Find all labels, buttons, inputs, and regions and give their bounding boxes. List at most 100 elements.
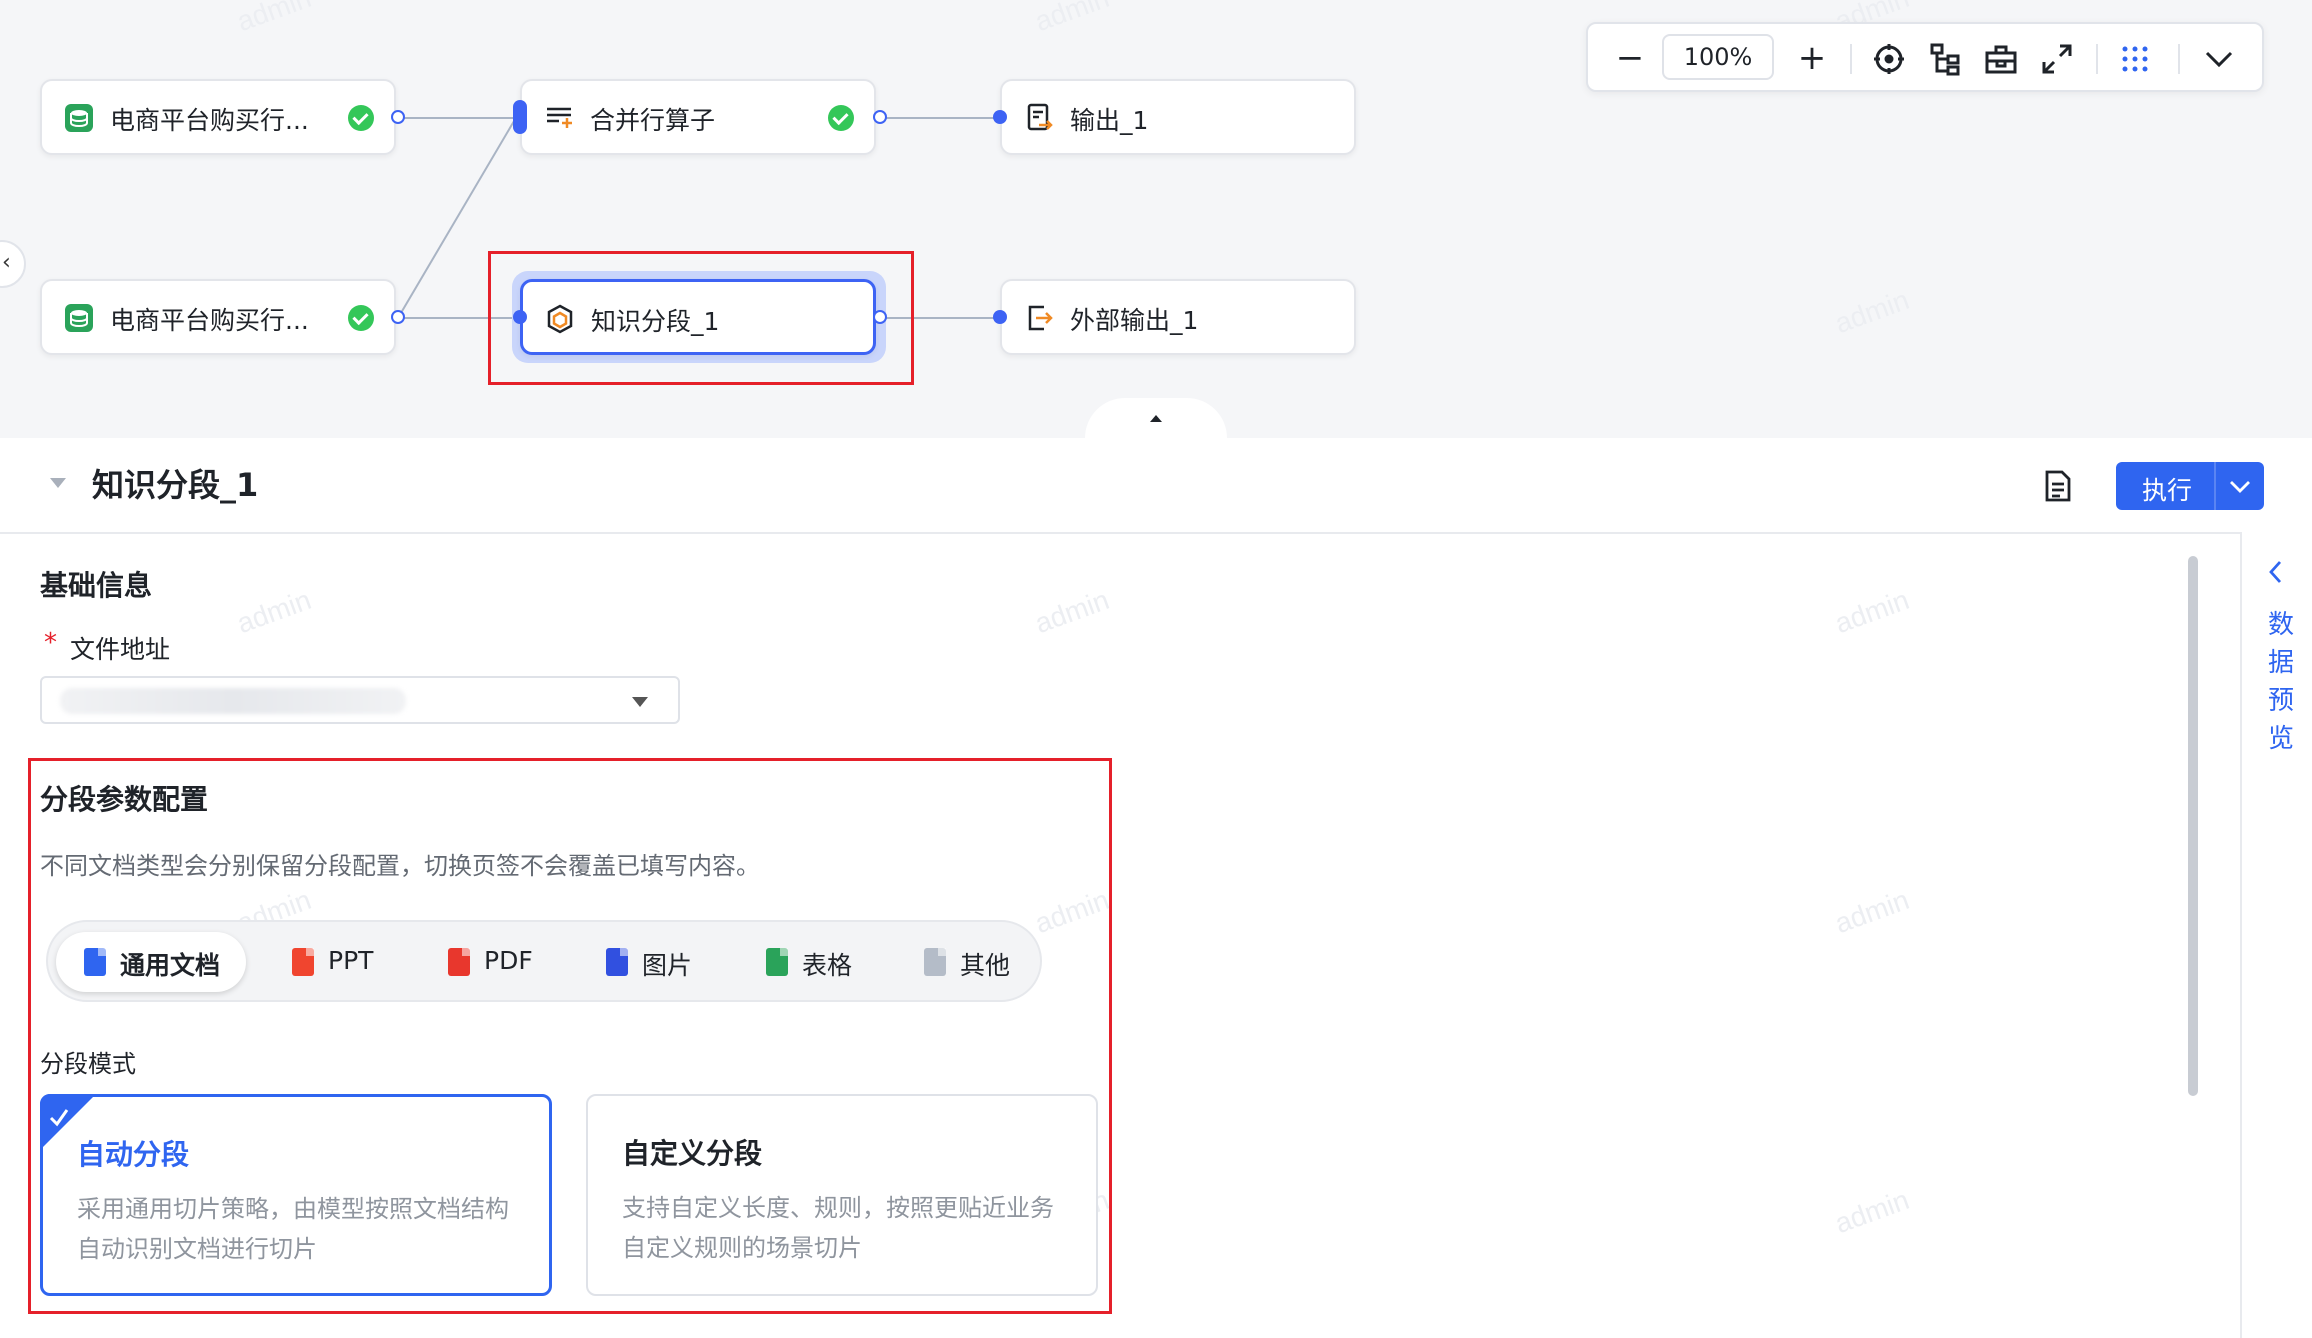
workflow-canvas[interactable]: admin admin admin admin 电商平台购买行... 合并行算子 bbox=[0, 0, 2312, 438]
input-port[interactable] bbox=[993, 110, 1007, 124]
toolbox-icon[interactable] bbox=[1984, 42, 2018, 76]
file-address-select[interactable] bbox=[40, 676, 680, 724]
fullscreen-icon[interactable] bbox=[2040, 42, 2074, 76]
tab-label: PDF bbox=[484, 946, 533, 975]
collapse-caret-icon[interactable] bbox=[48, 476, 68, 490]
data-preview-rail[interactable]: 数 据 预 览 bbox=[2240, 532, 2312, 1338]
tab-ppt[interactable]: PPT bbox=[268, 932, 398, 992]
tab-general-doc[interactable]: 通用文档 bbox=[56, 932, 246, 992]
watermark: admin bbox=[1830, 1183, 1914, 1240]
watermark: admin bbox=[1030, 583, 1114, 640]
node-label: 电商平台购买行... bbox=[110, 306, 309, 335]
image-file-icon bbox=[606, 948, 628, 976]
mode-description: 采用通用切片策略，由模型按照文档结构自动识别文档进行切片 bbox=[77, 1195, 509, 1263]
tab-label: 图片 bbox=[642, 951, 693, 980]
tab-image[interactable]: 图片 bbox=[582, 932, 712, 992]
output-port[interactable] bbox=[873, 110, 887, 124]
section-title-segment: 分段参数配置 bbox=[40, 783, 209, 816]
divider bbox=[2178, 44, 2180, 74]
node-output-1[interactable]: 输出_1 bbox=[1000, 79, 1356, 155]
output-icon bbox=[1027, 103, 1053, 131]
dataset-icon bbox=[65, 104, 93, 132]
ppt-file-icon bbox=[292, 948, 314, 976]
divider bbox=[1850, 44, 1852, 74]
dataset-icon bbox=[65, 304, 93, 332]
edge bbox=[880, 117, 1000, 119]
selected-value-redacted bbox=[60, 688, 406, 714]
highlight-box bbox=[488, 251, 914, 385]
chevron-down-icon[interactable] bbox=[2228, 476, 2252, 496]
mode-card-auto[interactable]: 自动分段 采用通用切片策略，由模型按照文档结构自动识别文档进行切片 bbox=[40, 1094, 552, 1296]
merge-icon bbox=[547, 107, 572, 128]
mode-title: 自动分段 bbox=[77, 1138, 190, 1171]
watermark: admin bbox=[1030, 0, 1114, 38]
success-icon bbox=[348, 305, 374, 331]
node-merge[interactable]: 合并行算子 bbox=[520, 79, 876, 155]
mode-card-custom[interactable]: 自定义分段 支持自定义长度、规则，按照更贴近业务自定义规则的场景切片 bbox=[586, 1094, 1098, 1296]
rail-char: 览 bbox=[2267, 724, 2294, 754]
doc-type-tabs: 通用文档 PPT PDF 图片 表格 其他 bbox=[46, 920, 1042, 1002]
input-port-handle[interactable] bbox=[513, 100, 527, 134]
rail-char: 据 bbox=[2267, 648, 2294, 678]
success-icon bbox=[348, 105, 374, 131]
output-port[interactable] bbox=[391, 310, 405, 324]
node-source-2[interactable]: 电商平台购买行... bbox=[40, 279, 396, 355]
tab-label: PPT bbox=[328, 946, 374, 975]
watermark: admin bbox=[1830, 283, 1914, 340]
watermark: admin bbox=[1830, 883, 1914, 940]
output-port[interactable] bbox=[391, 110, 405, 124]
edge bbox=[398, 117, 520, 119]
left-panel-toggle[interactable]: ‹ bbox=[0, 240, 26, 288]
doc-file-icon bbox=[84, 948, 106, 976]
node-label: 电商平台购买行... bbox=[110, 106, 309, 135]
export-icon bbox=[1028, 305, 1053, 331]
locate-icon[interactable] bbox=[1872, 42, 1906, 76]
tab-label: 表格 bbox=[802, 951, 853, 980]
node-label: 外部输出_1 bbox=[1070, 306, 1199, 335]
tab-pdf[interactable]: PDF bbox=[424, 932, 554, 992]
section-title-basic: 基础信息 bbox=[40, 569, 153, 602]
chevron-left-icon: ‹ bbox=[2, 250, 11, 275]
caret-down-icon bbox=[632, 697, 648, 707]
chevron-down-icon[interactable] bbox=[2202, 42, 2236, 76]
node-label: 输出_1 bbox=[1070, 106, 1149, 135]
divider bbox=[2214, 462, 2216, 510]
panel-header: 知识分段_1 执行 bbox=[0, 438, 2312, 534]
watermark: admin bbox=[232, 0, 316, 38]
spreadsheet-file-icon bbox=[766, 948, 788, 976]
zoom-in-button[interactable]: + bbox=[1792, 38, 1832, 78]
segment-mode-label: 分段模式 bbox=[40, 1050, 136, 1078]
zoom-toolbar: − 100% + bbox=[1586, 22, 2264, 92]
mode-description: 支持自定义长度、规则，按照更贴近业务自定义规则的场景切片 bbox=[622, 1194, 1054, 1262]
watermark: admin bbox=[232, 583, 316, 640]
document-icon[interactable] bbox=[2044, 470, 2072, 502]
input-port[interactable] bbox=[993, 310, 1007, 324]
run-button-label: 执行 bbox=[2142, 476, 2193, 505]
segment-hint: 不同文档类型会分别保留分段配置，切换页签不会覆盖已填写内容。 bbox=[40, 852, 760, 880]
rail-char: 预 bbox=[2267, 686, 2294, 716]
node-source-1[interactable]: 电商平台购买行... bbox=[40, 79, 396, 155]
watermark: admin bbox=[1830, 583, 1914, 640]
panel-scrollbar[interactable] bbox=[2188, 556, 2198, 1096]
zoom-out-button[interactable]: − bbox=[1610, 38, 1650, 78]
divider bbox=[2096, 44, 2098, 74]
rail-char: 数 bbox=[2267, 610, 2294, 640]
mode-title: 自定义分段 bbox=[622, 1137, 763, 1170]
zoom-level-input[interactable]: 100% bbox=[1662, 34, 1774, 80]
panel-title: 知识分段_1 bbox=[92, 466, 259, 504]
file-address-label: 文件地址 bbox=[70, 635, 171, 664]
caret-up-icon bbox=[1150, 415, 1162, 422]
grid-icon[interactable] bbox=[2120, 44, 2150, 74]
tree-layout-icon[interactable] bbox=[1928, 42, 1962, 76]
other-file-icon bbox=[924, 948, 946, 976]
node-external-output[interactable]: 外部输出_1 bbox=[1000, 279, 1356, 355]
run-button[interactable]: 执行 bbox=[2116, 462, 2264, 510]
tab-label: 通用文档 bbox=[120, 951, 221, 980]
chevron-left-icon[interactable] bbox=[2268, 560, 2284, 584]
required-mark: * bbox=[44, 628, 57, 658]
tab-label: 其他 bbox=[960, 951, 1011, 980]
pdf-file-icon bbox=[448, 948, 470, 976]
tab-spreadsheet[interactable]: 表格 bbox=[742, 932, 872, 992]
tab-other[interactable]: 其他 bbox=[900, 932, 1030, 992]
node-label: 合并行算子 bbox=[590, 106, 716, 135]
